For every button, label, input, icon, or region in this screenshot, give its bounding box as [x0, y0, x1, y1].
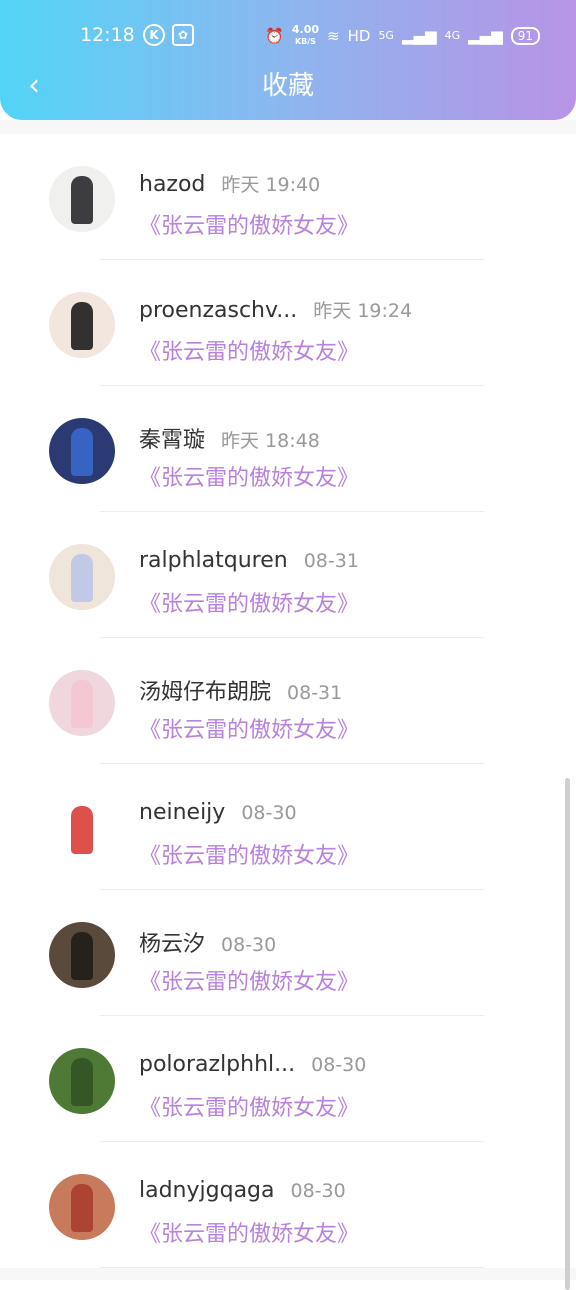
user-name[interactable]: hazod	[139, 172, 205, 197]
avatar[interactable]	[49, 670, 115, 736]
k-app-icon: K	[143, 24, 165, 46]
avatar[interactable]	[49, 1048, 115, 1114]
book-title-link[interactable]: 《张云雷的傲娇女友》	[139, 586, 359, 618]
divider	[100, 1267, 484, 1268]
avatar[interactable]	[49, 922, 115, 988]
book-title-link[interactable]: 《张云雷的傲娇女友》	[139, 334, 359, 366]
user-name[interactable]: polorazlphhl...	[139, 1052, 295, 1077]
list-item[interactable]: 汤姆仔布朗脘 08-31 《张云雷的傲娇女友》	[0, 638, 576, 764]
header-bar: 12:18 K ✿ ⏰ 4.00 KB/S ≋ HD 5G ▂▄▆ 4G ▂▄▆…	[0, 0, 576, 120]
list-item[interactable]: ladnyjgqaga 08-30 《张云雷的傲娇女友》	[0, 1142, 576, 1268]
speed-unit: KB/S	[294, 37, 316, 46]
paw-icon: ✿	[172, 24, 194, 46]
avatar-figure	[71, 932, 93, 980]
name-line: proenzaschv... 昨天 19:24	[139, 296, 476, 323]
network-speed: 4.00 KB/S	[292, 24, 319, 47]
book-title-link[interactable]: 《张云雷的傲娇女友》	[139, 1216, 359, 1248]
name-line: 汤姆仔布朗脘 08-31	[139, 674, 476, 706]
signal-icon: ▂▄▆	[401, 26, 437, 45]
avatar-figure	[71, 554, 93, 602]
book-title-link[interactable]: 《张云雷的傲娇女友》	[139, 460, 359, 492]
list-item[interactable]: proenzaschv... 昨天 19:24 《张云雷的傲娇女友》	[0, 260, 576, 386]
avatar-figure	[71, 1184, 93, 1232]
name-line: 秦霄璇 昨天 18:48	[139, 422, 476, 454]
avatar-figure	[71, 806, 93, 854]
status-time: 12:18	[80, 24, 135, 46]
status-right: ⏰ 4.00 KB/S ≋ HD 5G ▂▄▆ 4G ▂▄▆ 91	[265, 24, 540, 47]
status-bar: 12:18 K ✿ ⏰ 4.00 KB/S ≋ HD 5G ▂▄▆ 4G ▂▄▆…	[0, 18, 576, 54]
user-name[interactable]: 杨云汐	[139, 926, 205, 958]
timestamp: 08-30	[241, 802, 297, 824]
timestamp: 08-30	[311, 1054, 367, 1076]
avatar[interactable]	[49, 796, 115, 862]
name-line: hazod 昨天 19:40	[139, 170, 476, 197]
timestamp: 08-30	[290, 1180, 346, 1202]
favorites-list[interactable]: hazod 昨天 19:40 《张云雷的傲娇女友》 proenzaschv... 昨天 …	[0, 120, 576, 1290]
list-item[interactable]: 杨云汐 08-30 《张云雷的傲娇女友》	[0, 890, 576, 1016]
signal-4g: 4G	[444, 29, 461, 42]
list-item[interactable]: polorazlphhl... 08-30 《张云雷的傲娇女友》	[0, 1016, 576, 1142]
hd-label: HD	[347, 26, 371, 45]
timestamp: 08-31	[287, 682, 343, 704]
alarm-icon: ⏰	[265, 26, 284, 45]
battery-icon: 91	[510, 26, 540, 45]
timestamp: 08-31	[303, 550, 359, 572]
page-title: 收藏	[261, 71, 314, 101]
user-name[interactable]: ladnyjgqaga	[139, 1178, 275, 1203]
user-name[interactable]: neineijy	[139, 800, 225, 825]
signal-5g: 5G	[378, 29, 394, 42]
name-line: neineijy 08-30	[139, 800, 476, 825]
list-item[interactable]: neineijy 08-30 《张云雷的傲娇女友》	[0, 764, 576, 890]
book-title-link[interactable]: 《张云雷的傲娇女友》	[139, 712, 359, 744]
avatar-figure	[71, 1058, 93, 1106]
timestamp: 昨天 19:40	[221, 174, 321, 196]
timestamp: 昨天 18:48	[221, 430, 320, 452]
list-item[interactable]: ralphlatquren 08-31 《张云雷的傲娇女友》	[0, 512, 576, 638]
book-title-link[interactable]: 《张云雷的傲娇女友》	[139, 1090, 359, 1122]
book-title-link[interactable]: 《张云雷的傲娇女友》	[139, 838, 359, 870]
list-item[interactable]: 秦霄璇 昨天 18:48 《张云雷的傲娇女友》	[0, 386, 576, 512]
avatar-figure	[71, 302, 93, 350]
avatar-figure	[71, 428, 93, 476]
name-line: ladnyjgqaga 08-30	[139, 1178, 476, 1203]
avatar[interactable]	[49, 544, 115, 610]
wifi-icon: ≋	[327, 26, 340, 45]
signal-icon-2: ▂▄▆	[468, 26, 503, 45]
user-name[interactable]: ralphlatquren	[139, 548, 288, 573]
user-name[interactable]: 秦霄璇	[139, 422, 205, 454]
list-body: hazod 昨天 19:40 《张云雷的傲娇女友》 proenzaschv... 昨天 …	[0, 134, 576, 1268]
avatar-figure	[71, 176, 93, 224]
name-line: ralphlatquren 08-31	[139, 548, 476, 573]
user-name[interactable]: proenzaschv...	[139, 298, 297, 323]
scrollbar[interactable]	[565, 778, 570, 1290]
name-line: polorazlphhl... 08-30	[139, 1052, 476, 1077]
speed-value: 4.00	[291, 23, 320, 36]
avatar[interactable]	[49, 292, 115, 358]
avatar-figure	[71, 680, 93, 728]
avatar[interactable]	[49, 166, 115, 232]
timestamp: 昨天 19:24	[313, 300, 413, 322]
name-line: 杨云汐 08-30	[139, 926, 476, 958]
user-name[interactable]: 汤姆仔布朗脘	[139, 674, 271, 706]
avatar[interactable]	[49, 418, 115, 484]
timestamp: 08-30	[221, 934, 277, 956]
list-item[interactable]: hazod 昨天 19:40 《张云雷的傲娇女友》	[0, 134, 576, 260]
avatar[interactable]	[49, 1174, 115, 1240]
book-title-link[interactable]: 《张云雷的傲娇女友》	[139, 964, 359, 996]
book-title-link[interactable]: 《张云雷的傲娇女友》	[139, 208, 359, 240]
